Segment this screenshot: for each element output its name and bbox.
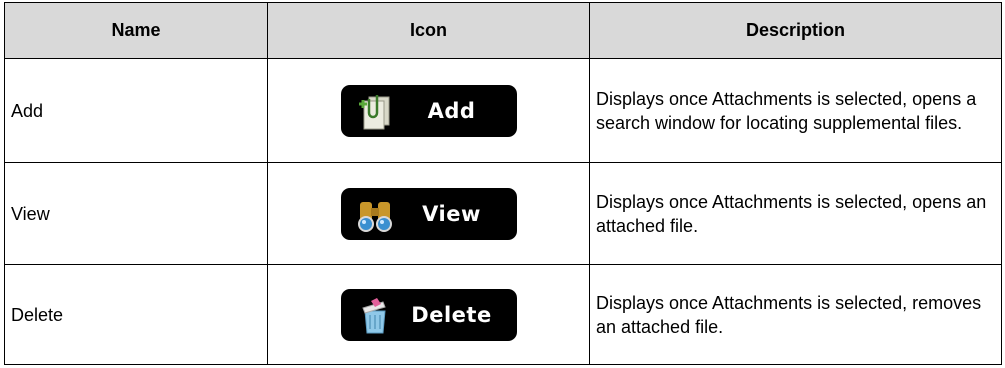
row-name: View [4, 162, 268, 265]
row-description: Displays once Attachments is selected, o… [589, 162, 1002, 265]
row-name: Delete [4, 264, 268, 365]
table-row: Add Add Displays once Attachments is sel… [4, 58, 1002, 163]
row-icon-cell: Add [267, 58, 590, 163]
trash-can-icon [355, 295, 395, 335]
table-row: Delete Delete Displays once Attachments … [4, 264, 1002, 365]
row-icon-cell: View [267, 162, 590, 265]
row-name: Add [4, 58, 268, 163]
header-row: Name Icon Description [4, 2, 1002, 59]
row-description: Displays once Attachments is selected, o… [589, 58, 1002, 163]
row-icon-cell: Delete [267, 264, 590, 365]
binoculars-icon [355, 194, 395, 234]
delete-button-label: Delete [411, 302, 492, 327]
view-button-label: View [422, 201, 481, 226]
header-icon: Icon [267, 2, 590, 59]
view-button[interactable]: View [340, 187, 517, 240]
paperclip-document-icon [355, 91, 395, 131]
add-button[interactable]: Add [340, 84, 517, 137]
header-description: Description [589, 2, 1002, 59]
table-row: View View Displays once Attachments is s… [4, 162, 1002, 265]
attachments-buttons-table: Name Icon Description Add Add Displays o… [4, 2, 1002, 365]
delete-button[interactable]: Delete [340, 288, 517, 341]
add-button-label: Add [427, 98, 476, 123]
header-name: Name [4, 2, 268, 59]
row-description: Displays once Attachments is selected, r… [589, 264, 1002, 365]
